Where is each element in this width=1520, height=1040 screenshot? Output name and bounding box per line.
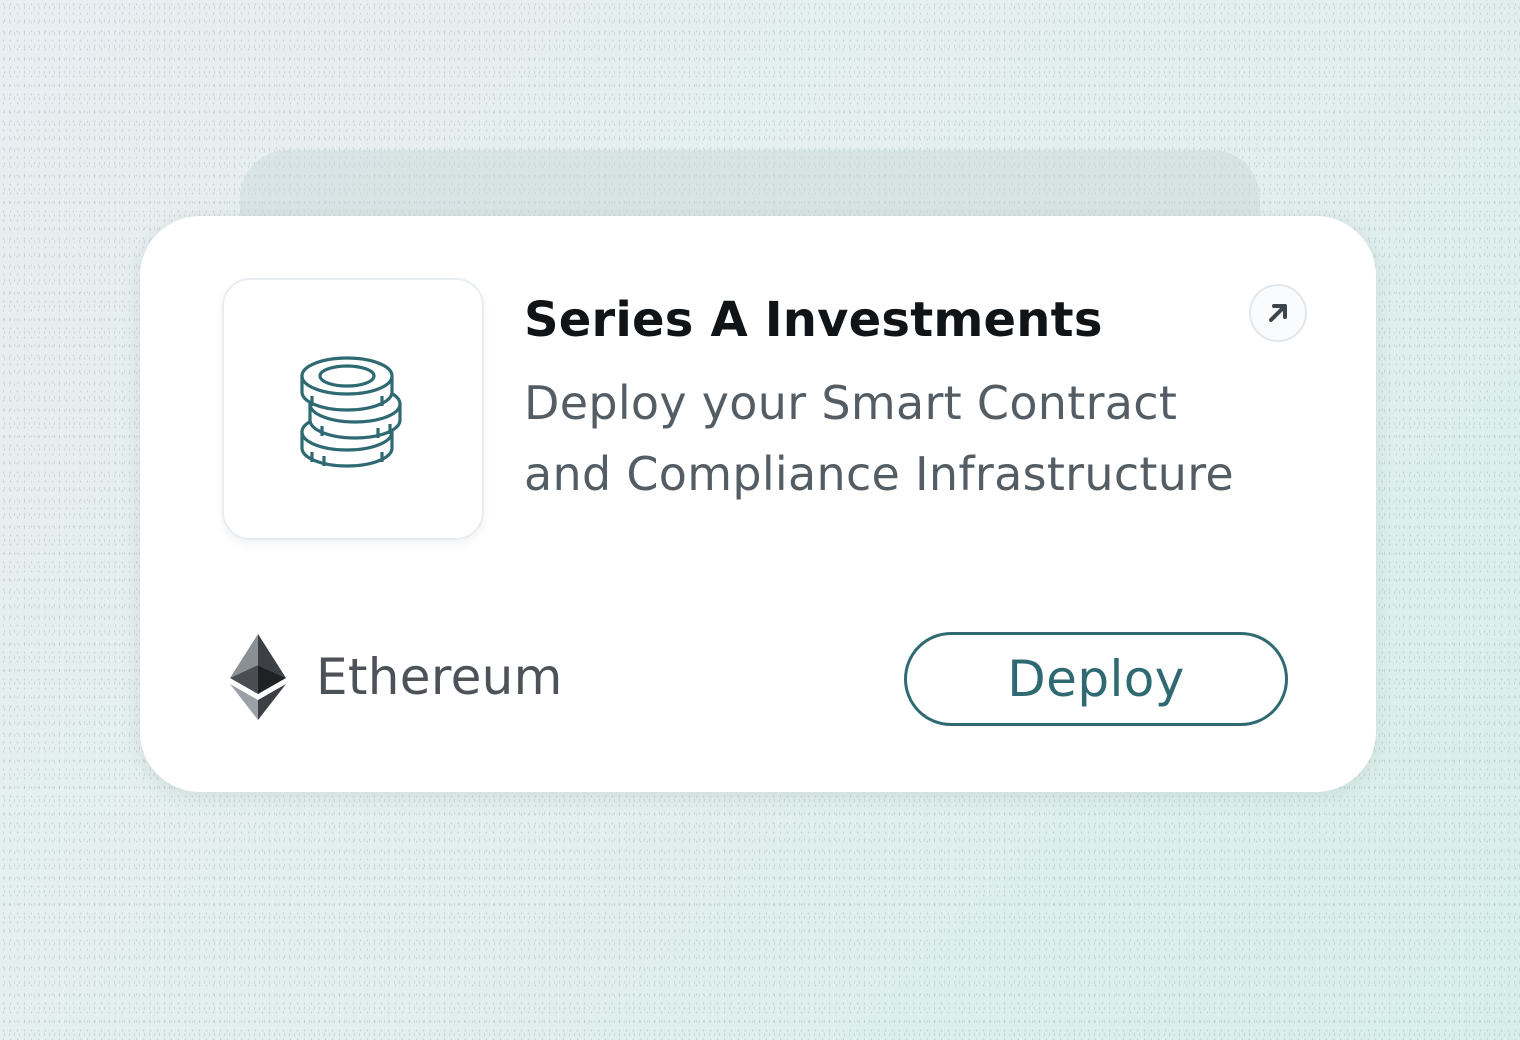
network-label: Ethereum <box>316 648 563 706</box>
deploy-button[interactable]: Deploy <box>904 632 1288 726</box>
network-info: Ethereum <box>230 634 563 720</box>
description-line: and Compliance Infrastructure <box>524 447 1235 501</box>
card-title: Series A Investments <box>524 292 1103 348</box>
coins-stack-icon <box>300 356 402 468</box>
open-details-button[interactable] <box>1249 284 1307 342</box>
template-card[interactable]: Series A Investments Deploy your Smart C… <box>140 216 1376 792</box>
card-description: Deploy your Smart Contract and Complianc… <box>524 368 1304 510</box>
template-icon-box <box>222 278 484 540</box>
ethereum-icon <box>230 634 286 720</box>
arrow-up-right-icon <box>1269 304 1287 322</box>
description-line: Deploy your Smart Contract <box>524 376 1178 430</box>
